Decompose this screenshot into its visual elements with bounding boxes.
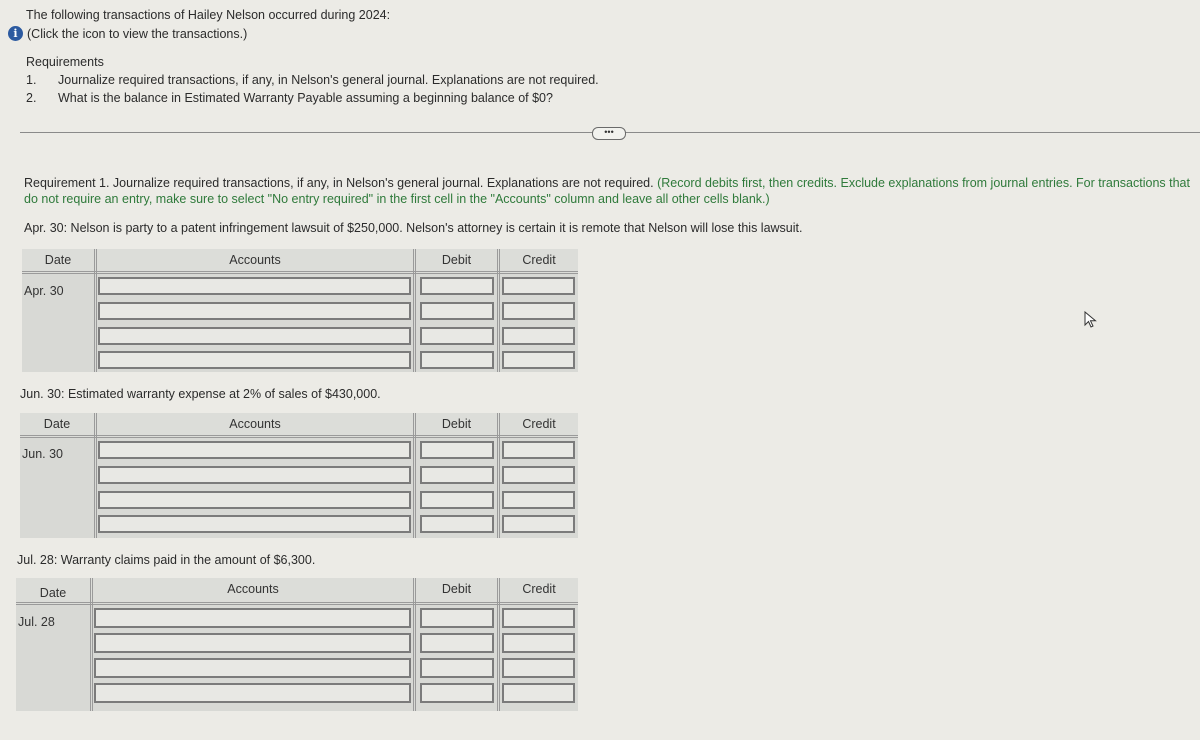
requirement1-lead: Requirement 1. Journalize required trans… [24, 176, 654, 190]
debit-input[interactable] [420, 658, 494, 678]
account-input[interactable] [94, 658, 411, 678]
column-header-debit: Debit [441, 253, 472, 267]
column-header-date: Date [39, 586, 67, 600]
credit-input[interactable] [502, 683, 575, 703]
credit-input[interactable] [502, 466, 575, 484]
account-input[interactable] [98, 441, 411, 459]
column-divider [413, 249, 416, 372]
journal-table-apr30: Date Accounts Debit Credit Apr. 30 [22, 249, 578, 372]
account-input[interactable] [98, 302, 411, 320]
column-divider [413, 413, 416, 538]
transaction-description: Apr. 30: Nelson is party to a patent inf… [24, 221, 803, 235]
expand-more-button[interactable]: ••• [592, 127, 626, 140]
debit-input[interactable] [420, 277, 494, 295]
column-divider [497, 578, 500, 711]
debit-input[interactable] [420, 683, 494, 703]
requirement1-instructions: Requirement 1. Journalize required trans… [24, 175, 1200, 207]
column-divider [94, 249, 97, 372]
credit-input[interactable] [502, 277, 575, 295]
column-divider [90, 578, 93, 711]
requirement-text: What is the balance in Estimated Warrant… [58, 91, 553, 105]
account-input[interactable] [98, 515, 411, 533]
requirements-title: Requirements [26, 55, 104, 69]
column-header-accounts: Accounts [227, 582, 279, 596]
credit-input[interactable] [502, 441, 575, 459]
requirement-text: Journalize required transactions, if any… [58, 73, 599, 87]
account-input[interactable] [94, 683, 411, 703]
credit-input[interactable] [502, 351, 575, 369]
column-header-accounts: Accounts [229, 253, 281, 267]
column-header-debit: Debit [441, 582, 472, 596]
info-icon[interactable]: i [8, 26, 23, 41]
column-divider [94, 413, 97, 538]
column-divider [497, 249, 500, 372]
debit-input[interactable] [420, 327, 494, 345]
credit-input[interactable] [502, 302, 575, 320]
view-transactions-label[interactable]: (Click the icon to view the transactions… [27, 27, 247, 41]
credit-input[interactable] [502, 608, 575, 628]
column-header-accounts: Accounts [229, 417, 281, 431]
account-input[interactable] [98, 351, 411, 369]
column-divider [413, 578, 416, 711]
account-input[interactable] [94, 633, 411, 653]
column-header-date: Date [43, 417, 71, 431]
column-header-debit: Debit [441, 417, 472, 431]
account-input[interactable] [94, 608, 411, 628]
column-header-credit: Credit [522, 582, 556, 596]
credit-input[interactable] [502, 515, 575, 533]
account-input[interactable] [98, 277, 411, 295]
debit-input[interactable] [420, 302, 494, 320]
account-input[interactable] [98, 327, 411, 345]
debit-input[interactable] [420, 633, 494, 653]
column-divider [497, 413, 500, 538]
debit-input[interactable] [420, 351, 494, 369]
column-header-date: Date [44, 253, 72, 267]
credit-input[interactable] [502, 658, 575, 678]
transaction-description: Jun. 30: Estimated warranty expense at 2… [20, 387, 381, 401]
mouse-cursor-icon [1084, 311, 1097, 328]
account-input[interactable] [98, 491, 411, 509]
journal-table-jun30: Date Accounts Debit Credit Jun. 30 [20, 413, 578, 538]
requirement-number: 1. [26, 73, 37, 87]
debit-input[interactable] [420, 608, 494, 628]
requirement-item: 2. What is the balance in Estimated Warr… [26, 89, 599, 107]
entry-date: Apr. 30 [24, 284, 64, 298]
transaction-description: Jul. 28: Warranty claims paid in the amo… [17, 553, 316, 567]
debit-input[interactable] [420, 466, 494, 484]
journal-header: Date Accounts Debit Credit [16, 578, 578, 605]
credit-input[interactable] [502, 491, 575, 509]
requirements-list: 1. Journalize required transactions, if … [26, 71, 599, 107]
debit-input[interactable] [420, 515, 494, 533]
journal-header: Date Accounts Debit Credit [22, 249, 578, 274]
journal-header: Date Accounts Debit Credit [20, 413, 578, 438]
entry-date: Jun. 30 [22, 447, 64, 461]
intro-text: The following transactions of Hailey Nel… [26, 8, 391, 22]
debit-input[interactable] [420, 491, 494, 509]
journal-table-jul28: Date Accounts Debit Credit Jul. 28 [16, 578, 578, 711]
credit-input[interactable] [502, 633, 575, 653]
entry-date: Jul. 28 [18, 615, 55, 629]
requirement-number: 2. [26, 91, 37, 105]
requirement-item: 1. Journalize required transactions, if … [26, 71, 599, 89]
column-header-credit: Credit [522, 253, 556, 267]
debit-input[interactable] [420, 441, 494, 459]
column-header-credit: Credit [522, 417, 556, 431]
account-input[interactable] [98, 466, 411, 484]
credit-input[interactable] [502, 327, 575, 345]
view-transactions-link[interactable]: i (Click the icon to view the transactio… [8, 26, 247, 41]
